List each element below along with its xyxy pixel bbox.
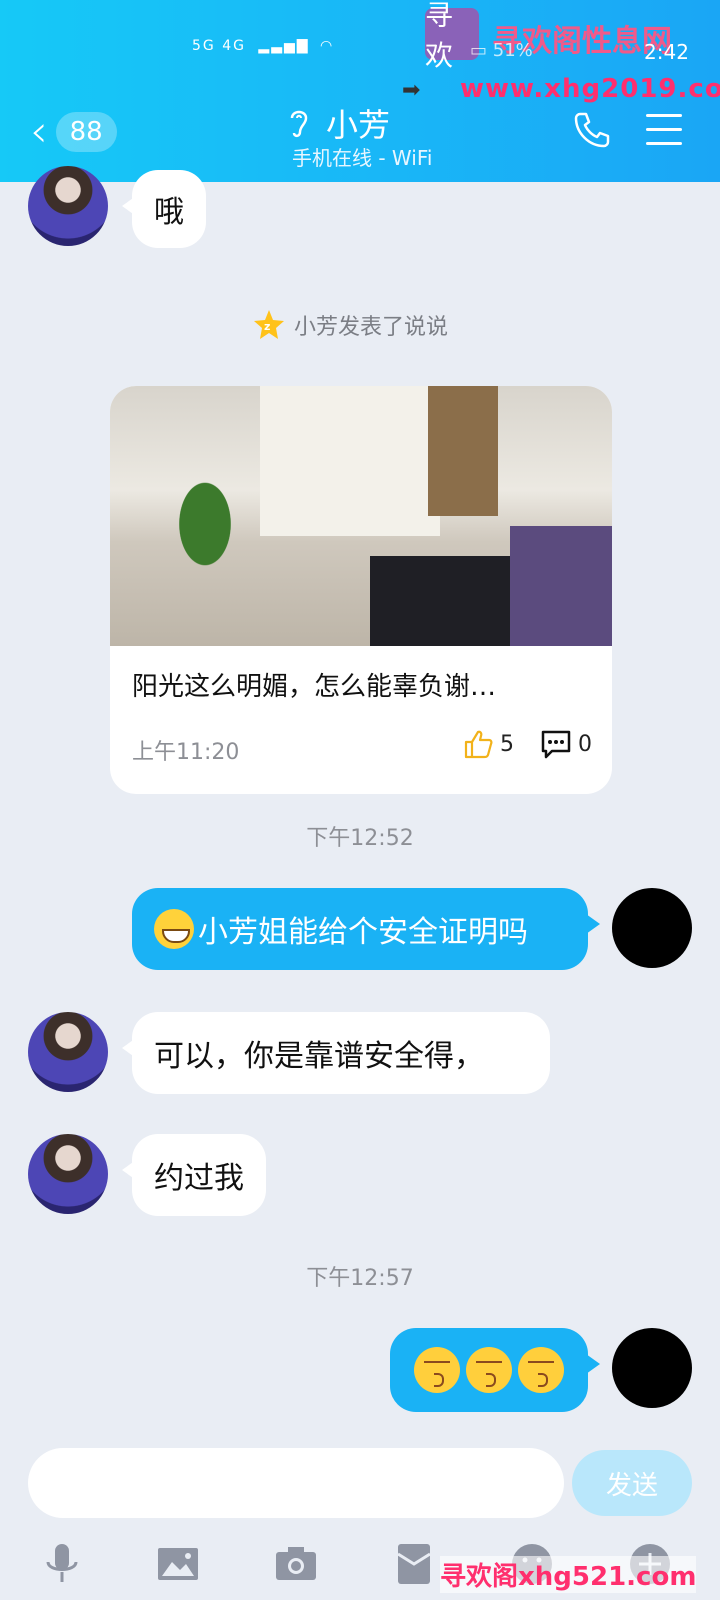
- contact-online-status: 手机在线 - WiFi: [292, 146, 433, 170]
- incoming-message[interactable]: 哦: [122, 170, 206, 248]
- microphone-icon[interactable]: [38, 1540, 86, 1588]
- menu-line: [646, 128, 682, 131]
- photo-sofa: [510, 526, 612, 646]
- kiss-emoji-icon: [466, 1347, 512, 1393]
- contact-name: 小芳: [326, 106, 391, 144]
- menu-line: [646, 114, 682, 117]
- red-packet-icon[interactable]: [390, 1540, 438, 1588]
- photo-plant: [160, 476, 250, 596]
- phone-icon[interactable]: [572, 110, 612, 150]
- post-time: 上午11:20: [132, 740, 240, 765]
- post-photo[interactable]: [110, 386, 612, 646]
- photo-wall: [260, 386, 440, 536]
- ear-icon[interactable]: [284, 104, 314, 140]
- message-timestamp: 下午12:52: [306, 826, 414, 851]
- thumbs-up-icon: [464, 730, 493, 759]
- svg-text:z: z: [264, 320, 270, 333]
- watermark-bottom: 寻欢阁xhg521.com: [440, 1556, 697, 1593]
- chat-header: 5G 4G ▂▃▅▇ ◠ 寻欢 寻欢阁性息网 ▭ 51% 2:42 ➡ www.…: [0, 0, 720, 182]
- message-timestamp: 下午12:57: [306, 1266, 414, 1291]
- incoming-message[interactable]: 约过我: [122, 1134, 266, 1216]
- menu-icon[interactable]: [646, 114, 682, 146]
- message-text: 约过我: [154, 1161, 244, 1196]
- message-text: 可以，你是靠谱安全得，: [154, 1039, 484, 1074]
- grin-emoji-icon: [154, 909, 194, 949]
- comment-button[interactable]: 0: [540, 728, 592, 760]
- watermark-arrow-icon: ➡: [402, 78, 421, 103]
- qzone-star-icon: z: [254, 310, 284, 339]
- photo-table: [370, 556, 520, 646]
- like-count: 5: [500, 731, 514, 757]
- signal-icon: ▂▃▅▇: [258, 38, 310, 54]
- comment-count: 0: [578, 731, 592, 757]
- contact-avatar[interactable]: [28, 1134, 108, 1214]
- send-button[interactable]: 发送: [572, 1450, 692, 1516]
- contact-avatar[interactable]: [28, 1012, 108, 1092]
- kiss-emoji-icon: [518, 1347, 564, 1393]
- post-text: 阳光这么明媚，怎么能辜负谢…: [132, 672, 497, 702]
- back-button[interactable]: ‹ 88: [30, 110, 130, 154]
- outgoing-message[interactable]: 小芳姐能给个安全证明吗: [132, 888, 600, 970]
- image-icon[interactable]: [154, 1540, 202, 1588]
- wifi-icon: ◠: [319, 38, 335, 54]
- watermark-url: www.xhg2019.com: [460, 74, 720, 104]
- clock: 2:42: [644, 40, 689, 64]
- watermark-logo-text: 寻欢: [425, 0, 454, 72]
- message-input[interactable]: [28, 1448, 564, 1518]
- contact-avatar[interactable]: [28, 166, 108, 246]
- self-avatar[interactable]: [612, 888, 692, 968]
- battery-percent: 51%: [492, 40, 533, 61]
- battery-status: ▭ 51%: [470, 40, 533, 61]
- like-button[interactable]: 5: [462, 728, 514, 760]
- comment-icon: [541, 730, 571, 759]
- message-text: 哦: [154, 195, 184, 230]
- shared-post-card[interactable]: 阳光这么明媚，怎么能辜负谢… 上午11:20 5 0: [110, 386, 612, 794]
- message-text: 小芳姐能给个安全证明吗: [198, 915, 528, 950]
- incoming-message[interactable]: 可以，你是靠谱安全得，: [122, 1012, 550, 1094]
- camera-icon[interactable]: [272, 1540, 320, 1588]
- network-label: 5G 4G: [192, 38, 246, 54]
- post-notice-text: 小芳发表了说说: [294, 315, 449, 340]
- unread-count-badge: 88: [55, 112, 117, 152]
- kiss-emoji-icon: [414, 1347, 460, 1393]
- outgoing-emoji-message[interactable]: [390, 1328, 600, 1412]
- menu-line: [646, 142, 682, 145]
- self-avatar[interactable]: [612, 1328, 692, 1408]
- photo-door: [428, 386, 498, 516]
- post-notice: z 小芳发表了说说: [252, 308, 448, 342]
- chevron-left-icon: ‹: [30, 106, 48, 157]
- battery-icon: ▭: [470, 40, 488, 61]
- network-status: 5G 4G ▂▃▅▇ ◠: [192, 38, 334, 54]
